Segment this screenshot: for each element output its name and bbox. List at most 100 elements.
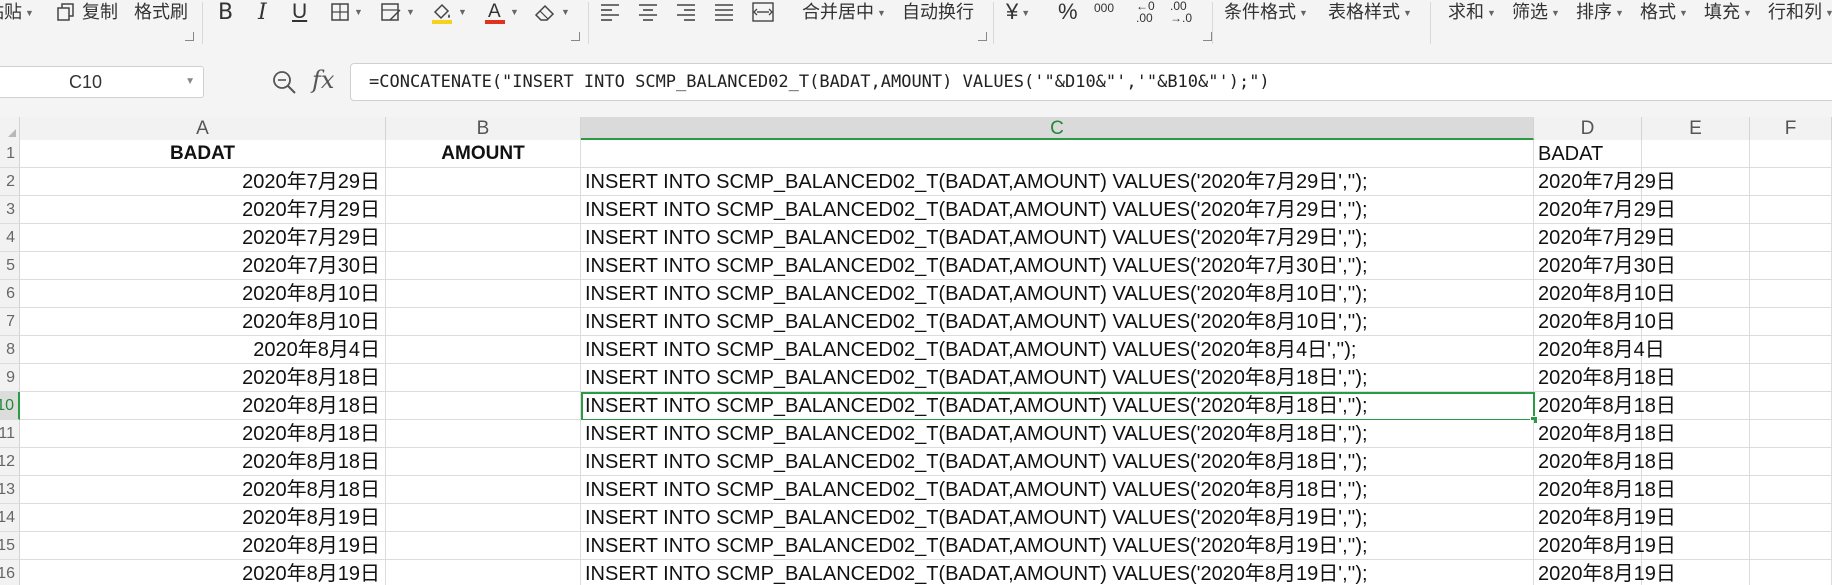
number-launcher-icon[interactable] [1203, 32, 1212, 41]
cell-a[interactable]: 2020年8月18日 [20, 392, 386, 420]
cell-a[interactable]: 2020年8月19日 [20, 532, 386, 560]
cell-a[interactable]: 2020年8月10日 [20, 280, 386, 308]
cell-c[interactable]: INSERT INTO SCMP_BALANCED02_T(BADAT,AMOU… [581, 196, 1534, 224]
cell-a[interactable]: 2020年8月19日 [20, 504, 386, 532]
filter-button[interactable]: 筛选 ▼ [1512, 0, 1560, 24]
fill-button[interactable]: 填充 ▼ [1704, 0, 1752, 24]
cell-b[interactable] [386, 504, 581, 532]
cell-a[interactable]: 2020年8月18日 [20, 364, 386, 392]
cell-e[interactable] [1642, 532, 1750, 560]
borders-button[interactable]: ▼ [330, 0, 363, 24]
cell-d[interactable]: 2020年7月29日 [1534, 224, 1676, 252]
cell-b[interactable] [386, 448, 581, 476]
align-right-button[interactable] [676, 0, 696, 24]
cell-f[interactable] [1750, 448, 1832, 476]
row-header[interactable]: 13 [0, 476, 20, 504]
wrap-text-button[interactable]: 自动换行 [902, 0, 974, 24]
cell-e[interactable] [1642, 476, 1750, 504]
cell-e[interactable] [1642, 168, 1750, 196]
cell-f[interactable] [1750, 308, 1832, 336]
justify-button[interactable] [714, 0, 734, 24]
cell-a[interactable]: 2020年8月19日 [20, 560, 386, 585]
cell-b[interactable] [386, 476, 581, 504]
cell-d[interactable]: 2020年8月19日 [1534, 532, 1676, 560]
row-header[interactable]: 7 [0, 308, 20, 336]
row-header[interactable]: 14 [0, 504, 20, 532]
cell-c[interactable]: INSERT INTO SCMP_BALANCED02_T(BADAT,AMOU… [581, 168, 1534, 196]
cell-d[interactable]: 2020年7月29日 [1534, 168, 1676, 196]
align-left-button[interactable] [600, 0, 620, 24]
cell-b[interactable] [386, 364, 581, 392]
decrease-decimal-button[interactable]: .00 →.0 [1170, 0, 1192, 24]
row-header[interactable]: 6 [0, 280, 20, 308]
row-header[interactable]: 5 [0, 252, 20, 280]
cell-e[interactable] [1642, 196, 1750, 224]
cell-c[interactable]: INSERT INTO SCMP_BALANCED02_T(BADAT,AMOU… [581, 336, 1534, 364]
underline-button[interactable]: U [292, 0, 307, 24]
row-header[interactable]: 15 [0, 532, 20, 560]
cell-a[interactable]: 2020年8月4日 [20, 336, 386, 364]
cell-d[interactable]: 2020年8月4日 [1534, 336, 1665, 364]
cell-c[interactable]: INSERT INTO SCMP_BALANCED02_T(BADAT,AMOU… [581, 224, 1534, 252]
sort-button[interactable]: 排序 ▼ [1576, 0, 1624, 24]
cell-c[interactable]: INSERT INTO SCMP_BALANCED02_T(BADAT,AMOU… [581, 308, 1534, 336]
cell-b[interactable] [386, 252, 581, 280]
row-header[interactable]: 8 [0, 336, 20, 364]
cell-f1[interactable] [1750, 140, 1832, 168]
row-header[interactable]: 16 [0, 560, 20, 585]
copy-button[interactable]: 复制 [56, 0, 118, 24]
row-header[interactable]: 2 [0, 168, 20, 196]
italic-button[interactable]: I [258, 0, 267, 25]
cell-c[interactable]: INSERT INTO SCMP_BALANCED02_T(BADAT,AMOU… [581, 532, 1534, 560]
row-header[interactable]: 4 [0, 224, 20, 252]
cell-b[interactable] [386, 336, 581, 364]
cell-c[interactable]: INSERT INTO SCMP_BALANCED02_T(BADAT,AMOU… [581, 420, 1534, 448]
bold-button[interactable]: B [218, 0, 233, 25]
alignment-launcher-icon[interactable] [978, 32, 987, 41]
cell-c[interactable]: INSERT INTO SCMP_BALANCED02_T(BADAT,AMOU… [581, 560, 1534, 585]
cell-d1[interactable]: BADAT [1534, 140, 1642, 168]
cell-e[interactable] [1642, 448, 1750, 476]
cell-c[interactable]: INSERT INTO SCMP_BALANCED02_T(BADAT,AMOU… [581, 448, 1534, 476]
cell-b[interactable] [386, 196, 581, 224]
cell-f[interactable] [1750, 392, 1832, 420]
cell-e[interactable] [1642, 504, 1750, 532]
distributed-align-button[interactable] [752, 0, 774, 24]
column-header-e[interactable]: E [1642, 117, 1750, 140]
align-center-button[interactable] [638, 0, 658, 24]
cell-f[interactable] [1750, 364, 1832, 392]
font-launcher-icon[interactable] [571, 32, 580, 41]
cell-f[interactable] [1750, 560, 1832, 585]
cell-c10-selected[interactable]: INSERT INTO SCMP_BALANCED02_T(BADAT,AMOU… [581, 392, 1534, 420]
cell-b[interactable] [386, 280, 581, 308]
format-button[interactable]: 格式 ▼ [1640, 0, 1688, 24]
row-header-active[interactable]: 10 [0, 392, 20, 420]
cell-c[interactable]: INSERT INTO SCMP_BALANCED02_T(BADAT,AMOU… [581, 476, 1534, 504]
cell-b[interactable] [386, 224, 581, 252]
cell-a[interactable]: 2020年8月18日 [20, 420, 386, 448]
cell-e[interactable] [1642, 308, 1750, 336]
cell-style-button[interactable]: ▼ [380, 0, 415, 24]
rows-cols-button[interactable]: 行和列 ▼ [1768, 0, 1832, 24]
cell-a[interactable]: 2020年7月29日 [20, 168, 386, 196]
column-header-d[interactable]: D [1534, 117, 1642, 140]
cell-f[interactable] [1750, 336, 1832, 364]
cell-d[interactable]: 2020年7月29日 [1534, 196, 1676, 224]
cell-a[interactable]: 2020年7月30日 [20, 252, 386, 280]
cell-f[interactable] [1750, 252, 1832, 280]
row-header[interactable]: 12 [0, 448, 20, 476]
cell-d[interactable]: 2020年8月10日 [1534, 308, 1676, 336]
merge-center-button[interactable]: 合并居中 ▼ [802, 0, 886, 24]
insert-function-icon[interactable]: fx [312, 66, 334, 94]
cell-b1[interactable]: AMOUNT [386, 140, 581, 168]
cell-c1[interactable] [581, 140, 1534, 168]
cell-e[interactable] [1642, 420, 1750, 448]
cell-d[interactable]: 2020年8月18日 [1534, 448, 1676, 476]
cell-f[interactable] [1750, 168, 1832, 196]
sum-button[interactable]: 求和 ▼ [1448, 0, 1496, 24]
clear-button[interactable]: ▼ [533, 0, 570, 24]
conditional-format-button[interactable]: 条件格式 ▼ [1224, 0, 1308, 24]
table-style-button[interactable]: 表格样式 ▼ [1328, 0, 1412, 24]
cell-f[interactable] [1750, 196, 1832, 224]
cell-b[interactable] [386, 532, 581, 560]
